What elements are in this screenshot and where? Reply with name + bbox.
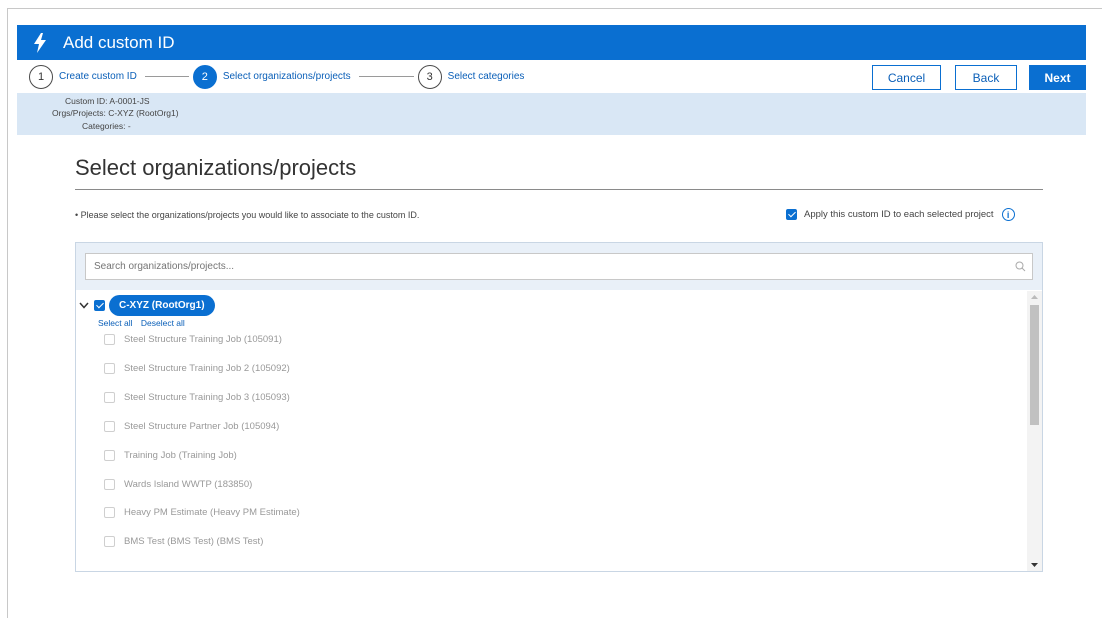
list-item[interactable]: Heavy PM Estimate (Heavy PM Estimate) — [104, 507, 300, 518]
step-number: 2 — [192, 64, 217, 89]
item-label: Steel Structure Training Job 3 (105093) — [124, 392, 290, 403]
list-item[interactable]: Training Job (Training Job) — [104, 450, 237, 461]
search-input[interactable] — [86, 261, 1008, 272]
selection-links: Select all Deselect all — [98, 318, 191, 328]
list-item[interactable]: Wards Island WWTP (183850) — [104, 479, 252, 490]
item-checkbox[interactable] — [104, 334, 115, 345]
item-checkbox[interactable] — [104, 479, 115, 490]
list-item[interactable]: Steel Structure Training Job 3 (105093) — [104, 392, 290, 403]
item-label: Training Job (Training Job) — [124, 450, 237, 461]
next-button[interactable]: Next — [1029, 65, 1086, 90]
step-create-custom-id[interactable]: 1 Create custom ID — [29, 64, 137, 89]
tree-root-row[interactable]: C-XYZ (RootOrg1) — [78, 295, 215, 316]
search-icon[interactable] — [1008, 261, 1032, 272]
step-number: 3 — [417, 64, 442, 89]
step-label: Create custom ID — [59, 71, 137, 82]
apply-checkbox[interactable] — [786, 209, 797, 220]
scroll-up-icon[interactable] — [1027, 291, 1042, 303]
org-tree: C-XYZ (RootOrg1) Select all Deselect all… — [76, 291, 1026, 571]
step-connector — [144, 76, 189, 77]
title-bar: Add custom ID — [17, 25, 1086, 60]
item-checkbox[interactable] — [104, 507, 115, 518]
list-item[interactable]: Steel Structure Training Job 2 (105092) — [104, 363, 290, 374]
item-checkbox[interactable] — [104, 363, 115, 374]
bolt-icon — [23, 32, 57, 53]
item-checkbox[interactable] — [104, 392, 115, 403]
summary-orgs: Orgs/Projects: C-XYZ (RootOrg1) — [52, 108, 179, 118]
apply-label: Apply this custom ID to each selected pr… — [804, 209, 994, 220]
summary-categories: Categories: - — [82, 121, 131, 131]
instruction-text: • Please select the organizations/projec… — [75, 210, 420, 220]
back-button[interactable]: Back — [955, 65, 1017, 90]
org-project-panel: C-XYZ (RootOrg1) Select all Deselect all… — [75, 242, 1043, 572]
step-select-categories[interactable]: 3 Select categories — [417, 64, 525, 89]
cancel-button[interactable]: Cancel — [872, 65, 941, 90]
step-label: Select categories — [447, 71, 525, 82]
item-label: Steel Structure Partner Job (105094) — [124, 421, 280, 432]
info-icon[interactable]: i — [1001, 208, 1015, 221]
step-number: 1 — [29, 64, 53, 89]
scrollbar-thumb[interactable] — [1030, 305, 1039, 425]
divider — [75, 189, 1043, 190]
item-label: BMS Test (BMS Test) (BMS Test) — [124, 536, 264, 547]
step-select-orgs[interactable]: 2 Select organizations/projects — [192, 64, 351, 89]
root-checkbox[interactable] — [94, 300, 105, 311]
item-checkbox[interactable] — [104, 421, 115, 432]
list-item[interactable]: Steel Structure Partner Job (105094) — [104, 421, 279, 432]
summary-panel: Custom ID: A-0001-JS Orgs/Projects: C-XY… — [17, 93, 1086, 135]
step-connector — [358, 76, 414, 77]
search-area — [76, 243, 1042, 290]
list-item[interactable]: BMS Test (BMS Test) (BMS Test) — [104, 536, 263, 547]
item-label: Steel Structure Training Job (105091) — [124, 334, 282, 345]
chevron-down-icon[interactable] — [78, 302, 90, 309]
select-all-link[interactable]: Select all — [98, 318, 133, 328]
window-title: Add custom ID — [63, 32, 175, 52]
root-org-label[interactable]: C-XYZ (RootOrg1) — [109, 295, 215, 316]
page-title: Select organizations/projects — [75, 155, 357, 180]
summary-custom-id: Custom ID: A-0001-JS — [65, 96, 150, 106]
item-checkbox[interactable] — [104, 536, 115, 547]
item-label: Steel Structure Training Job 2 (105092) — [124, 363, 290, 374]
search-box[interactable] — [85, 253, 1033, 280]
scroll-down-icon[interactable] — [1027, 559, 1042, 571]
item-label: Wards Island WWTP (183850) — [124, 479, 253, 490]
tree-scrollbar[interactable] — [1027, 291, 1042, 571]
item-label: Heavy PM Estimate (Heavy PM Estimate) — [124, 507, 300, 518]
list-item[interactable]: Steel Structure Training Job (105091) — [104, 334, 282, 345]
deselect-all-link[interactable]: Deselect all — [141, 318, 185, 328]
step-label: Select organizations/projects — [222, 71, 351, 82]
item-checkbox[interactable] — [104, 450, 115, 461]
apply-option[interactable]: Apply this custom ID to each selected pr… — [786, 208, 1015, 221]
